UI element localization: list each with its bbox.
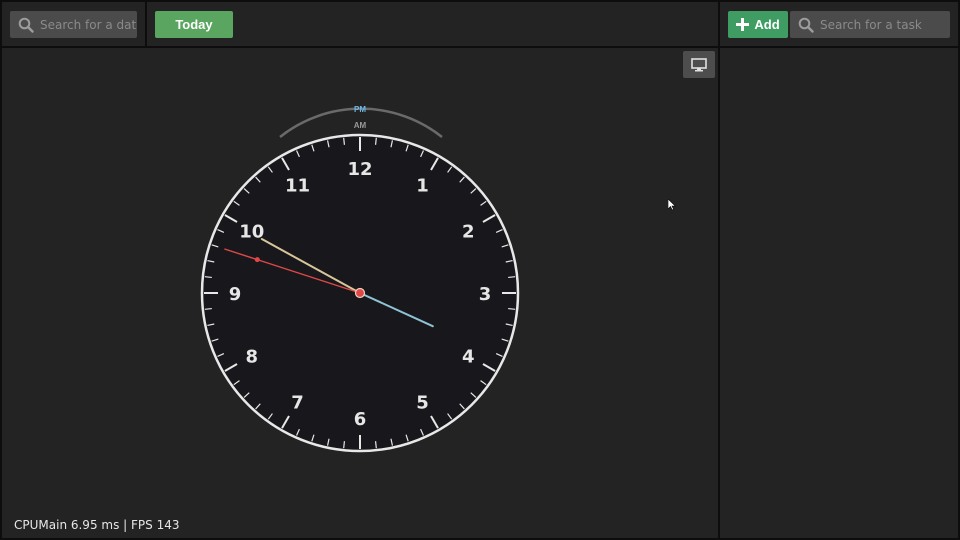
minute-tick [508, 307, 516, 310]
performance-readout: CPUMain 6.95 ms | FPS 143 [14, 518, 180, 532]
minute-tick [508, 276, 516, 279]
am-label: AM [354, 121, 367, 130]
analog-clock: PM AM 121234567891011 [200, 105, 520, 453]
pm-label: PM [354, 105, 366, 114]
mouse-cursor-icon [668, 199, 676, 211]
clock-center-hub [354, 287, 366, 299]
clock-numeral: 7 [291, 392, 304, 413]
minute-tick [204, 307, 212, 310]
clock-numeral: 2 [462, 222, 475, 243]
second-hand-dot [254, 257, 260, 263]
clock-numeral: 11 [285, 176, 310, 197]
clock-numeral: 8 [245, 347, 258, 368]
minute-tick [204, 276, 212, 279]
clock-numeral: 5 [416, 392, 429, 413]
clock-numeral: 9 [229, 284, 242, 305]
minute-tick [374, 137, 377, 145]
clock-numeral: 4 [462, 347, 475, 368]
minute-tick [343, 441, 346, 449]
clock-numeral: 10 [239, 222, 264, 243]
clock-numeral: 12 [347, 159, 372, 180]
clock-numeral: 3 [479, 284, 492, 305]
clock-numeral: 1 [416, 176, 429, 197]
minute-tick [374, 441, 377, 449]
minute-tick [343, 137, 346, 145]
clock-numeral: 6 [354, 409, 367, 430]
